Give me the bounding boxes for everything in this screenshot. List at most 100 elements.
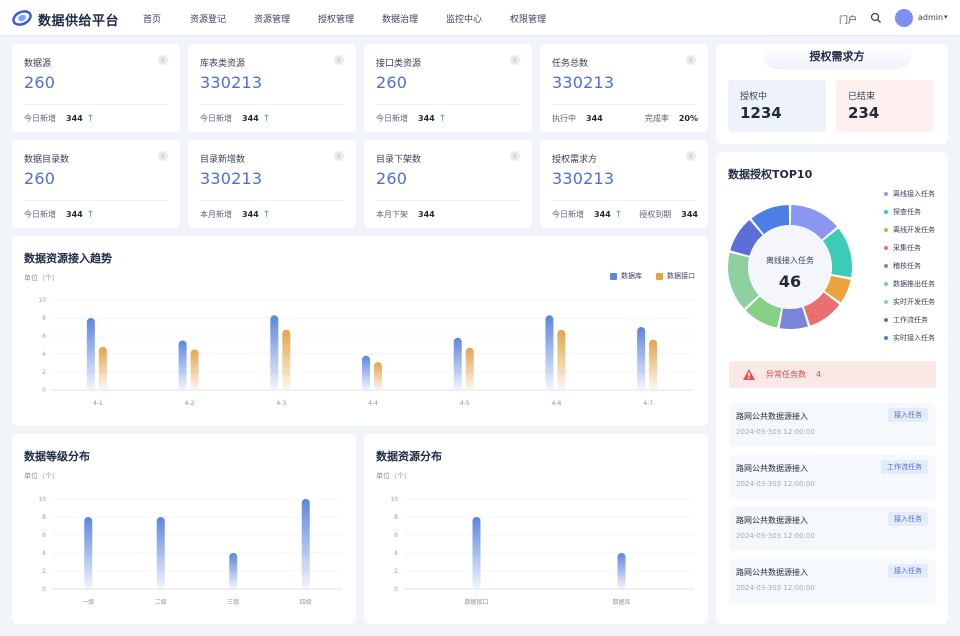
bar-api [557, 329, 566, 390]
arrow-up-icon: ↑ [86, 210, 95, 220]
stat-foot: 今日新增 344 ↑ [200, 113, 270, 124]
task-item[interactable]: 路网公共数据源接入 2024-03-303 12:00:00 工作流任务 [729, 455, 936, 499]
legend-item: 实时开发任务 [884, 297, 935, 307]
bar-database [637, 327, 646, 390]
bar [229, 553, 238, 589]
auth-ended[interactable]: 已结束 234 [836, 80, 934, 132]
divider [200, 200, 344, 201]
nav-item-data-governance[interactable]: 数据治理 [382, 12, 418, 25]
trend-chart-card: 数据资源接入趋势 单位（个） 数据库 数据接口 0 2 4 6 8 10 4-1 4-2 4-3… [12, 236, 708, 426]
stat-card-catalog-count: 数据目录数 i 260 今日新增 344 ↑ [12, 140, 180, 228]
top-bar: 数据供给平台 首页 资源登记 资源管理 授权管理 数据治理 监控中心 权限管理 … [0, 0, 960, 36]
task-title: 路网公共数据源接入 [736, 516, 808, 525]
legend-dot [884, 282, 888, 286]
info-icon[interactable]: i [158, 151, 168, 161]
task-tag: 接入任务 [888, 512, 928, 526]
portal-link[interactable]: 门户 [839, 13, 857, 26]
stat-right-label: 完成率 [644, 114, 669, 123]
chevron-down-icon[interactable]: ▾ [944, 13, 948, 21]
divider [24, 104, 168, 105]
info-icon[interactable]: i [510, 151, 520, 161]
legend-dot [884, 192, 888, 196]
x-tick-label: 4-1 [93, 400, 103, 407]
stat-right-value: 344 [681, 210, 698, 219]
bar-database [362, 355, 370, 390]
nav-item-resource-manage[interactable]: 资源管理 [254, 12, 290, 25]
y-tick-label: 6 [42, 532, 46, 539]
info-icon[interactable]: i [334, 55, 344, 65]
legend-dot [884, 228, 888, 232]
task-title: 路网公共数据源接入 [736, 568, 808, 577]
y-tick-label: 4 [394, 550, 398, 557]
nav-item-resource-register[interactable]: 资源登记 [190, 12, 226, 25]
stat-foot: 今日新增 344 ↑ [24, 209, 94, 220]
alert-value: 4 [816, 370, 822, 379]
divider [376, 200, 520, 201]
x-tick-label: 4-4 [368, 400, 378, 407]
x-tick-label: 数据接口 [464, 598, 488, 606]
task-tag: 接入任务 [888, 564, 928, 578]
donut-slice [779, 307, 808, 329]
bar-api [465, 347, 474, 390]
auth-ended-label: 已结束 [848, 92, 876, 102]
info-icon[interactable]: i [510, 55, 520, 65]
stat-foot: 执行中 344 [552, 113, 603, 124]
info-icon[interactable]: i [334, 151, 344, 161]
stat-card-task-total: 任务总数 i 330213 执行中 344 完成率 20% [540, 44, 708, 132]
nav-item-home[interactable]: 首页 [143, 12, 161, 25]
info-icon[interactable]: i [686, 55, 696, 65]
legend-label: 实时接入任务 [893, 334, 935, 342]
stat-value: 330213 [552, 169, 615, 188]
stat-foot-label: 今日新增 [552, 210, 584, 219]
bar-api [374, 362, 382, 390]
stat-card-api-resource: 接口类资源 i 260 今日新增 344 ↑ [364, 44, 532, 132]
search-icon[interactable] [870, 12, 882, 24]
arrow-up-icon: ↑ [262, 210, 271, 220]
app-title: 数据供给平台 [38, 14, 120, 29]
stat-value: 260 [24, 73, 56, 92]
stat-foot-label: 今日新增 [376, 114, 408, 123]
info-icon[interactable]: i [158, 55, 168, 65]
task-item[interactable]: 路网公共数据源接入 2024-03-303 12:00:00 接入任务 [729, 507, 936, 551]
stat-card-catalog-new: 目录新增数 i 330213 本月新增 344 ↑ [188, 140, 356, 228]
stat-foot-label: 今日新增 [24, 114, 56, 123]
info-icon[interactable]: i [686, 151, 696, 161]
nav-item-monitor[interactable]: 监控中心 [446, 12, 482, 25]
stat-right: 授权到期 344 [639, 209, 698, 220]
bar [84, 517, 93, 589]
bar-api [98, 346, 107, 390]
alert-text: 异常任务数 4 [766, 369, 821, 380]
legend-label: 稽核任务 [893, 262, 921, 270]
bar [472, 517, 481, 589]
y-tick-label: 2 [42, 369, 46, 376]
stat-title: 数据目录数 [24, 155, 70, 165]
y-tick-label: 6 [394, 532, 398, 539]
x-tick-label: 4-3 [276, 400, 286, 407]
divider [376, 104, 520, 105]
legend-label: 离线开发任务 [893, 226, 935, 234]
x-tick-label: 一级 [82, 598, 94, 606]
nav-item-permission[interactable]: 权限管理 [510, 12, 546, 25]
legend-label: 实时开发任务 [893, 298, 935, 306]
auth-in-progress-value: 1234 [740, 104, 782, 122]
task-time: 2024-03-303 12:00:00 [736, 532, 815, 540]
user-name[interactable]: admin [918, 13, 943, 22]
stat-value: 260 [376, 73, 408, 92]
auth-in-progress[interactable]: 授权中 1234 [728, 80, 826, 132]
stat-foot-label: 本月新增 [200, 210, 232, 219]
stat-foot-label: 本月下架 [376, 210, 408, 219]
x-tick-label: 二级 [155, 598, 167, 606]
warning-icon [743, 369, 755, 380]
legend-item: 采集任务 [884, 243, 921, 253]
auth-in-progress-label: 授权中 [740, 92, 768, 102]
task-time: 2024-03-303 12:00:00 [736, 480, 815, 488]
nav-item-auth-manage[interactable]: 授权管理 [318, 12, 354, 25]
task-title: 路网公共数据源接入 [736, 464, 808, 473]
alert-banner[interactable]: 异常任务数 4 [729, 361, 936, 388]
legend-label: 工作流任务 [893, 316, 928, 324]
task-item[interactable]: 路网公共数据源接入 2024-03-303 12:00:00 接入任务 [729, 559, 936, 603]
avatar[interactable] [895, 9, 913, 27]
legend-item: 离线接入任务 [884, 189, 935, 199]
task-item[interactable]: 路网公共数据源接入 2024-03-303 12:00:00 接入任务 [729, 403, 936, 447]
legend-item: 探查任务 [884, 207, 921, 217]
